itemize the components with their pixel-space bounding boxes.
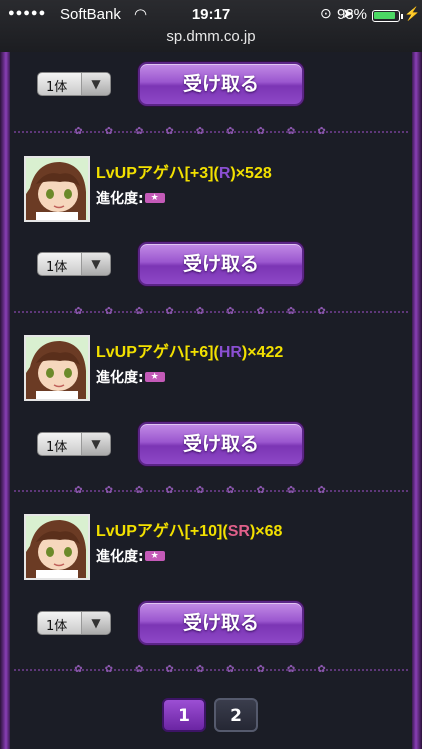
item-name-suffix: )×68 xyxy=(249,523,283,540)
status-bar: ●●●●● SoftBank ◠ 19:17 ⊙ ➤ 93% ⚡ sp.dmm.… xyxy=(0,0,422,52)
evolution-line: 進化度: ★ xyxy=(96,546,165,566)
battery-percent: 93% xyxy=(337,6,368,23)
quantity-value: 1体 xyxy=(46,260,68,275)
battery-icon xyxy=(372,10,403,22)
charging-icon: ⚡ xyxy=(404,6,421,21)
chevron-down-icon: ▼ xyxy=(81,73,110,95)
evolution-label: 進化度: xyxy=(96,191,144,207)
url-bar[interactable]: sp.dmm.co.jp xyxy=(0,28,422,45)
rotation-lock-icon: ⊙ xyxy=(320,5,332,21)
receive-row: 1体 ▼ 受け取る xyxy=(0,601,422,645)
page-2-button[interactable]: 2 xyxy=(214,698,258,732)
rarity-label: R xyxy=(218,165,231,182)
rarity-label: HR xyxy=(218,344,242,361)
chevron-down-icon: ▼ xyxy=(81,253,110,275)
character-thumbnail xyxy=(24,335,90,401)
chevron-down-icon: ▼ xyxy=(81,433,110,455)
pagination: 1 2 xyxy=(0,698,422,734)
evolution-line: 進化度: ★ xyxy=(96,367,165,387)
evolution-star-icon: ★ xyxy=(144,193,165,203)
ornamental-divider: ✿✿✿✿✿✿✿✿✿ xyxy=(14,664,408,676)
evolution-label: 進化度: xyxy=(96,549,144,565)
item-name-prefix: LvUPアゲハ[+6]( xyxy=(96,344,219,361)
item-name-prefix: LvUPアゲハ[+3]( xyxy=(96,165,219,182)
ornamental-divider: ✿✿✿✿✿✿✿✿✿ xyxy=(14,126,408,138)
ornamental-divider: ✿✿✿✿✿✿✿✿✿ xyxy=(14,485,408,497)
quantity-value: 1体 xyxy=(46,440,68,455)
evolution-star-icon: ★ xyxy=(144,551,165,561)
rarity-label: SR xyxy=(227,523,250,540)
chevron-down-icon: ▼ xyxy=(81,612,110,634)
item-name-suffix: )×422 xyxy=(241,344,284,361)
quantity-value: 1体 xyxy=(46,80,68,95)
receive-row: 1体 ▼ 受け取る xyxy=(0,242,422,286)
quantity-select[interactable]: 1体 ▼ xyxy=(37,432,111,456)
quantity-select[interactable]: 1体 ▼ xyxy=(37,72,111,96)
reward-list-frame: 1体 ▼ 受け取る ✿✿✿✿✿✿✿✿✿ LvUPアゲハ[+3](R)×528 進… xyxy=(0,52,422,749)
item-name: LvUPアゲハ[+6](HR)×422 xyxy=(96,338,283,362)
quantity-select[interactable]: 1体 ▼ xyxy=(37,252,111,276)
item-name-prefix: LvUPアゲハ[+10]( xyxy=(96,523,228,540)
receive-button[interactable]: 受け取る xyxy=(138,62,304,106)
receive-row: 1体 ▼ 受け取る xyxy=(0,422,422,466)
evolution-star-icon: ★ xyxy=(144,372,165,382)
evolution-label: 進化度: xyxy=(96,370,144,386)
receive-row: 1体 ▼ 受け取る xyxy=(0,62,422,106)
receive-button[interactable]: 受け取る xyxy=(138,242,304,286)
item-name: LvUPアゲハ[+10](SR)×68 xyxy=(96,517,282,541)
quantity-select[interactable]: 1体 ▼ xyxy=(37,611,111,635)
item-name-suffix: )×528 xyxy=(230,165,272,182)
character-thumbnail xyxy=(24,156,90,222)
item-name: LvUPアゲハ[+3](R)×528 xyxy=(96,159,272,183)
receive-button[interactable]: 受け取る xyxy=(138,601,304,645)
page-1-button[interactable]: 1 xyxy=(162,698,206,732)
receive-button[interactable]: 受け取る xyxy=(138,422,304,466)
evolution-line: 進化度: ★ xyxy=(96,188,165,208)
quantity-value: 1体 xyxy=(46,619,68,634)
ornamental-divider: ✿✿✿✿✿✿✿✿✿ xyxy=(14,306,408,318)
character-thumbnail xyxy=(24,514,90,580)
